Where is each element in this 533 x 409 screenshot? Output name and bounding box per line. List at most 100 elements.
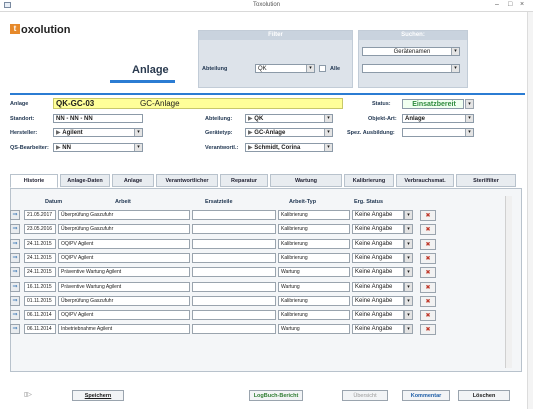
row-status[interactable]: Keine Angabe bbox=[352, 324, 404, 335]
tab-verbrauchsmat[interactable]: Verbrauchsmat. bbox=[396, 174, 454, 187]
row-status-chevron-down-icon[interactable]: ▾ bbox=[404, 267, 413, 278]
row-work[interactable]: OQ/PV Agilent bbox=[58, 252, 190, 263]
row-parts[interactable] bbox=[192, 224, 276, 235]
chevron-down-icon[interactable]: ▾ bbox=[306, 65, 314, 72]
verantwortlich-select[interactable]: ▶ Schmidt, Corina ▾ bbox=[245, 143, 333, 152]
row-date[interactable]: 06.11.2014 bbox=[24, 310, 56, 321]
delete-row-icon[interactable]: ✖ bbox=[420, 310, 436, 322]
uebersicht-button[interactable]: Übersicht bbox=[342, 390, 388, 401]
close-button[interactable]: × bbox=[520, 1, 524, 8]
delete-row-icon[interactable]: ✖ bbox=[420, 281, 436, 293]
abteilung-select[interactable]: ▶ QK ▾ bbox=[245, 114, 333, 123]
grid-scrollbar[interactable] bbox=[505, 196, 512, 368]
open-row-icon[interactable]: ⇒ bbox=[10, 324, 20, 335]
row-work[interactable]: Überprüfung Gaszufuhr bbox=[58, 210, 190, 220]
row-date[interactable]: 24.11.2015 bbox=[24, 267, 56, 278]
row-work[interactable]: OQ/PV Agilent bbox=[58, 310, 190, 321]
spez-ausbildung-select[interactable]: ▾ bbox=[402, 128, 474, 137]
search-mode-select[interactable]: Gerätenamen ▾ bbox=[362, 47, 460, 56]
row-parts[interactable] bbox=[192, 295, 276, 306]
geraetetyp-select[interactable]: ▶ GC-Anlage ▾ bbox=[245, 128, 333, 137]
open-row-icon[interactable]: ⇒ bbox=[10, 295, 20, 306]
row-work[interactable]: Überprüfung Gaszufuhr bbox=[58, 224, 190, 235]
row-type[interactable]: Kalibrierung bbox=[278, 295, 350, 306]
row-status[interactable]: Keine Angabe bbox=[352, 267, 404, 278]
tab-verantwortlicher[interactable]: Verantwortlicher bbox=[156, 174, 218, 187]
tab-historie[interactable]: Historie bbox=[10, 174, 58, 188]
row-parts[interactable] bbox=[192, 238, 276, 249]
delete-row-icon[interactable]: ✖ bbox=[420, 238, 436, 250]
row-parts[interactable] bbox=[192, 267, 276, 278]
delete-row-icon[interactable]: ✖ bbox=[420, 324, 436, 336]
row-status-chevron-down-icon[interactable]: ▾ bbox=[404, 295, 413, 306]
anlage-code[interactable]: QK-GC-03 bbox=[56, 99, 94, 108]
objektart-select[interactable]: Anlage ▾ bbox=[402, 114, 474, 123]
row-type[interactable]: Kalibrierung bbox=[278, 310, 350, 321]
open-row-icon[interactable]: ⇒ bbox=[10, 310, 20, 321]
row-type[interactable]: Wartung bbox=[278, 281, 350, 292]
row-work[interactable]: Präventive Wartung Agilent bbox=[58, 267, 190, 278]
row-status-chevron-down-icon[interactable]: ▾ bbox=[404, 252, 413, 263]
alle-checkbox[interactable] bbox=[319, 65, 326, 72]
row-parts[interactable] bbox=[192, 310, 276, 321]
row-status[interactable]: Keine Angabe bbox=[352, 224, 404, 235]
anlage-name[interactable]: GC-Anlage bbox=[140, 99, 180, 108]
row-date[interactable]: 24.11.2015 bbox=[24, 238, 56, 249]
row-date[interactable]: 23.05.2016 bbox=[24, 224, 56, 235]
tab-anlage-daten[interactable]: Anlage-Daten bbox=[60, 174, 110, 187]
row-status[interactable]: Keine Angabe bbox=[352, 238, 404, 249]
row-parts[interactable] bbox=[192, 252, 276, 263]
open-row-icon[interactable]: ⇒ bbox=[10, 238, 20, 249]
row-status[interactable]: Keine Angabe bbox=[352, 281, 404, 292]
delete-row-icon[interactable]: ✖ bbox=[420, 210, 436, 221]
row-type[interactable]: Wartung bbox=[278, 324, 350, 335]
tab-wartung[interactable]: Wartung bbox=[270, 174, 342, 187]
open-row-icon[interactable]: ⇒ bbox=[10, 224, 20, 235]
row-type[interactable]: Kalibrierung bbox=[278, 224, 350, 235]
delete-row-icon[interactable]: ✖ bbox=[420, 267, 436, 279]
status-field[interactable]: Einsatzbereit bbox=[402, 99, 464, 109]
row-work[interactable]: Überprüfung Gaszufuhr bbox=[58, 295, 190, 306]
row-date[interactable]: 01.11.2015 bbox=[24, 295, 56, 306]
standort-field[interactable]: NN - NN - NN bbox=[53, 114, 143, 123]
chevron-down-icon[interactable]: ▾ bbox=[324, 115, 332, 122]
kommentar-button[interactable]: Kommentar bbox=[402, 390, 450, 401]
delete-row-icon[interactable]: ✖ bbox=[420, 252, 436, 264]
status-chevron-down-icon[interactable]: ▾ bbox=[465, 99, 474, 109]
search-input[interactable]: ▾ bbox=[362, 64, 460, 73]
chevron-down-icon[interactable]: ▾ bbox=[134, 129, 142, 136]
row-work[interactable]: Präventive Wartung Agilent bbox=[58, 281, 190, 292]
loeschen-button[interactable]: Löschen bbox=[458, 390, 510, 401]
row-type[interactable]: Kalibrierung bbox=[278, 252, 350, 263]
row-status-chevron-down-icon[interactable]: ▾ bbox=[404, 281, 413, 292]
logbuch-bericht-button[interactable]: LogBuch-Bericht bbox=[249, 390, 303, 401]
open-row-icon[interactable]: ⇒ bbox=[10, 210, 20, 220]
row-status-chevron-down-icon[interactable]: ▾ bbox=[404, 324, 413, 335]
row-parts[interactable] bbox=[192, 324, 276, 335]
open-row-icon[interactable]: ⇒ bbox=[10, 267, 20, 278]
row-status-chevron-down-icon[interactable]: ▾ bbox=[404, 310, 413, 321]
chevron-down-icon[interactable]: ▾ bbox=[465, 129, 473, 136]
chevron-down-icon[interactable]: ▾ bbox=[324, 129, 332, 136]
maximize-button[interactable]: □ bbox=[508, 1, 512, 8]
chevron-down-icon[interactable]: ▾ bbox=[324, 144, 332, 151]
tab-kalibrierung[interactable]: Kalibrierung bbox=[344, 174, 394, 187]
row-status[interactable]: Keine Angabe bbox=[352, 295, 404, 306]
open-row-icon[interactable]: ⇒ bbox=[10, 281, 20, 292]
delete-row-icon[interactable]: ✖ bbox=[420, 224, 436, 236]
tab-reparatur[interactable]: Reparatur bbox=[220, 174, 268, 187]
row-parts[interactable] bbox=[192, 281, 276, 292]
row-status-chevron-down-icon[interactable]: ▾ bbox=[404, 238, 413, 249]
row-date[interactable]: 24.11.2015 bbox=[24, 252, 56, 263]
chevron-down-icon[interactable]: ▾ bbox=[134, 144, 142, 151]
delete-row-icon[interactable]: ✖ bbox=[420, 295, 436, 307]
row-parts[interactable] bbox=[192, 210, 276, 220]
row-date[interactable]: 16.11.2015 bbox=[24, 281, 56, 292]
row-status[interactable]: Keine Angabe bbox=[352, 252, 404, 263]
exit-icon[interactable]: ▯▷ bbox=[24, 391, 32, 398]
chevron-down-icon[interactable]: ▾ bbox=[451, 65, 459, 72]
chevron-down-icon[interactable]: ▾ bbox=[451, 48, 459, 55]
row-status[interactable]: Keine Angabe bbox=[352, 310, 404, 321]
main-scrollbar[interactable] bbox=[527, 12, 533, 409]
speichern-button[interactable]: Speichern bbox=[72, 390, 124, 401]
